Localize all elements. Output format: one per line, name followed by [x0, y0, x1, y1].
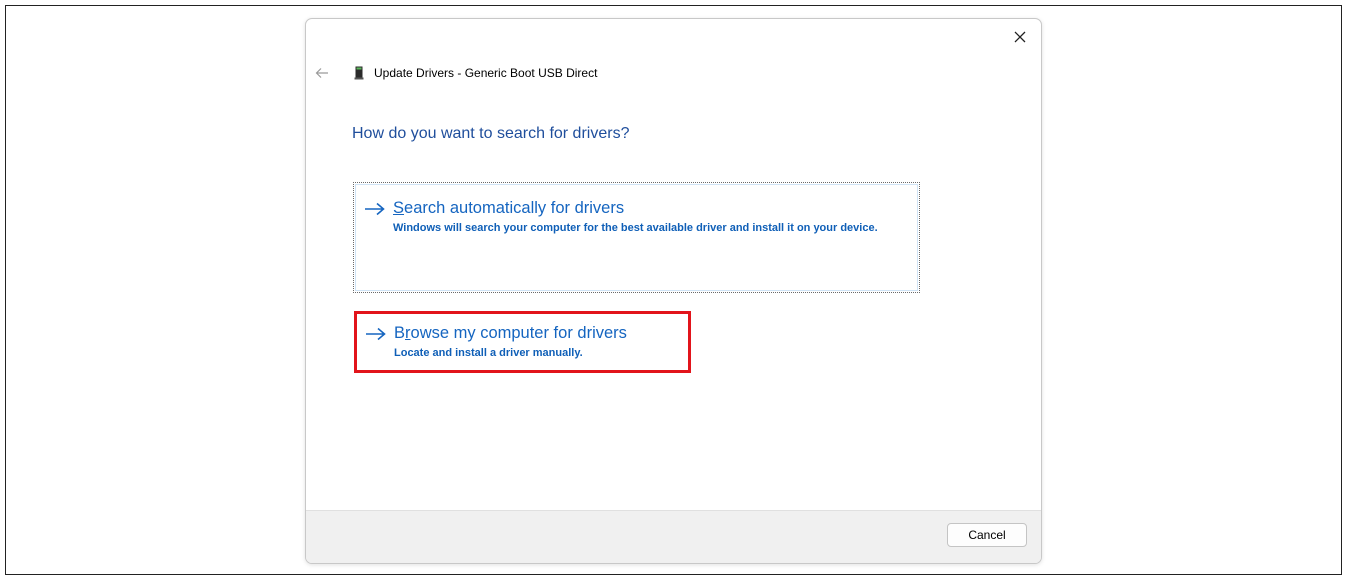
- back-button[interactable]: [312, 63, 332, 83]
- right-arrow-icon: [365, 202, 385, 216]
- back-arrow-icon: [315, 68, 328, 78]
- browse-computer-description: Locate and install a driver manually.: [394, 347, 583, 359]
- search-automatically-title: Search automatically for drivers: [393, 198, 624, 218]
- search-automatically-description: Windows will search your computer for th…: [393, 222, 878, 234]
- dialog-footer: Cancel: [306, 510, 1041, 563]
- update-drivers-dialog: Update Drivers - Generic Boot USB Direct…: [305, 18, 1042, 564]
- browse-computer-title: Browse my computer for drivers: [394, 323, 627, 343]
- usb-device-icon: [354, 66, 364, 80]
- right-arrow-icon: [366, 327, 386, 341]
- option-title-text: owse my computer for drivers: [410, 324, 627, 342]
- close-button[interactable]: [1007, 25, 1033, 49]
- dialog-title: Update Drivers - Generic Boot USB Direct: [374, 66, 598, 80]
- option-title-text: earch automatically for drivers: [404, 199, 625, 217]
- option-title-first: B: [394, 324, 406, 342]
- page-heading: How do you want to search for drivers?: [352, 125, 630, 142]
- close-icon: [1014, 31, 1026, 43]
- cancel-button[interactable]: Cancel: [947, 523, 1027, 547]
- search-automatically-option[interactable]: Search automatically for drivers Windows…: [353, 182, 920, 293]
- accesskey-letter: S: [393, 199, 405, 217]
- browse-computer-option[interactable]: Browse my computer for drivers Locate an…: [354, 311, 691, 373]
